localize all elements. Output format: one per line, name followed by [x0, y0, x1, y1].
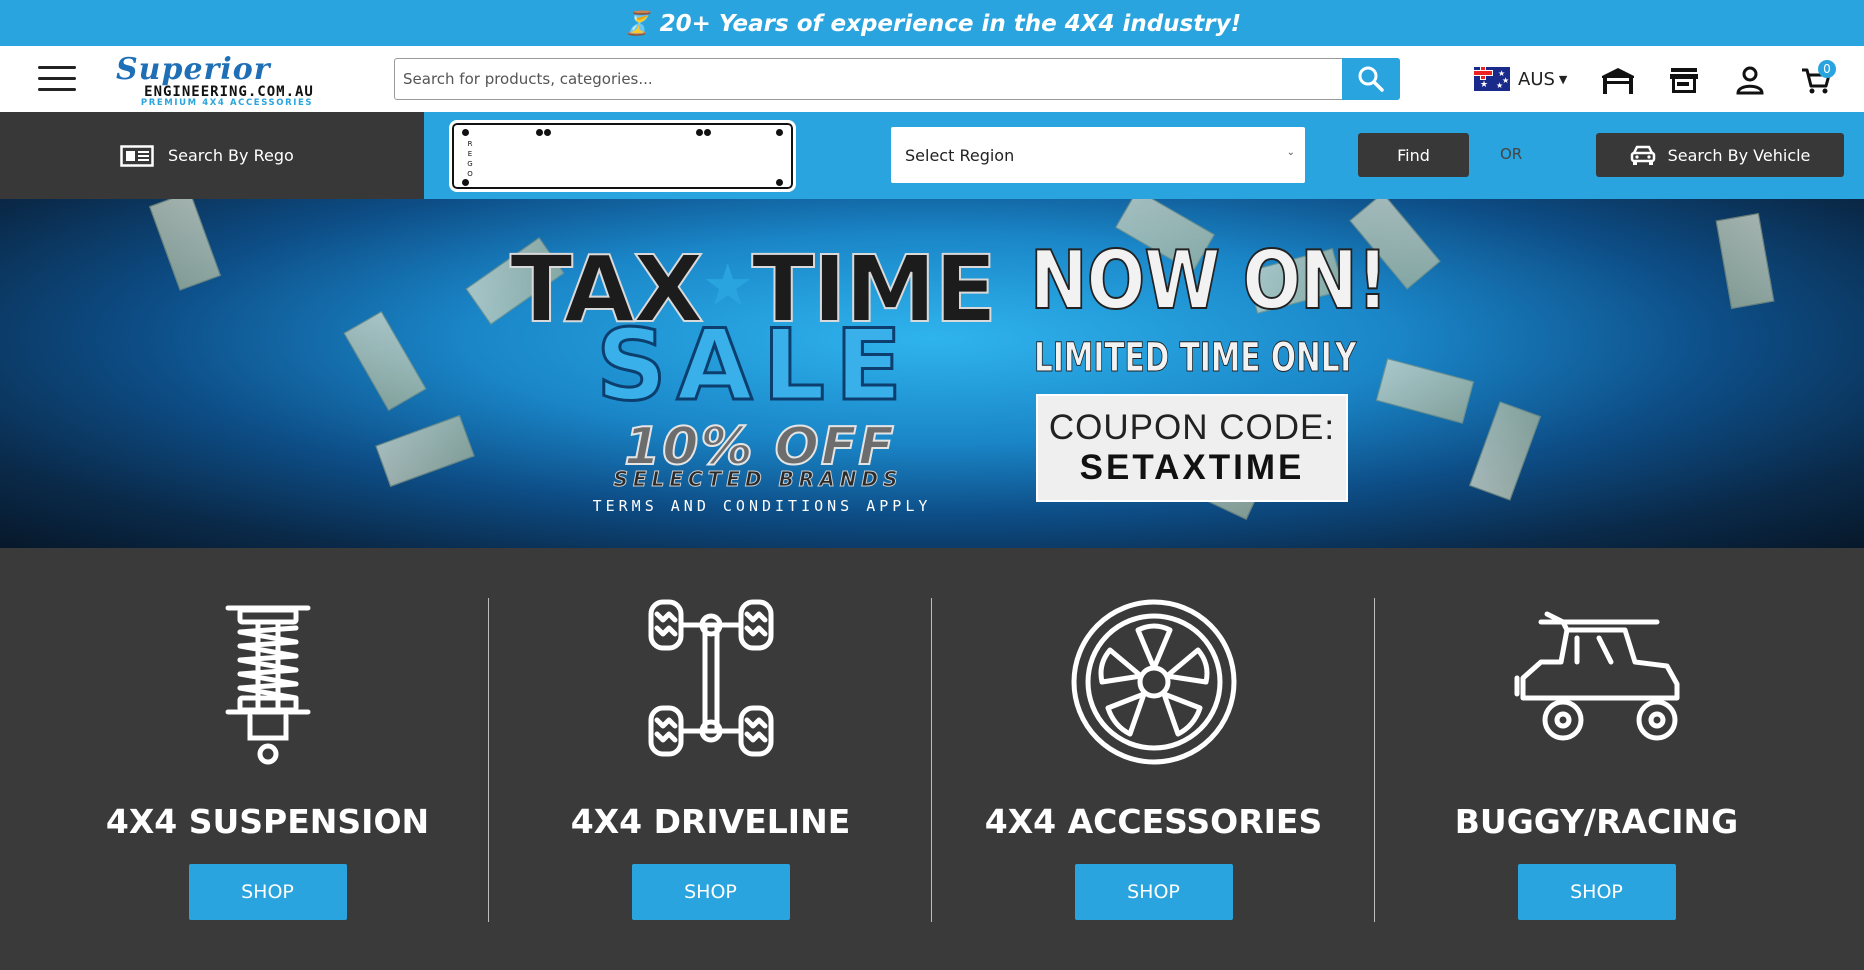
shop-accessories-button[interactable]: SHOP	[1074, 864, 1233, 920]
hero-discount: 10% OFF	[623, 417, 896, 477]
search-bar	[394, 58, 1400, 100]
account-icon[interactable]	[1734, 64, 1770, 96]
category-buggy-racing: BUGGY/RACING SHOP	[1375, 548, 1818, 970]
money-decoration	[148, 199, 222, 291]
site-logo[interactable]: Superior ENGINEERING.COM.AU PREMIUM 4X4 …	[106, 52, 346, 108]
category-title: 4X4 SUSPENSION	[105, 802, 430, 841]
region-select-value: Select Region	[905, 145, 1015, 165]
search-button[interactable]	[1342, 58, 1400, 100]
wheel-icon	[1071, 599, 1236, 765]
category-title: 4X4 ACCESSORIES	[984, 802, 1323, 841]
search-by-rego-label: Search By Rego	[168, 146, 294, 165]
cart-count-badge: 0	[1818, 60, 1836, 78]
rego-search-bar: Search By Rego REGO Select Region ⌄ Find…	[0, 112, 1864, 199]
car-icon	[1630, 145, 1655, 165]
search-input[interactable]	[395, 59, 1341, 99]
driveline-icon	[648, 599, 773, 757]
hero-terms: TERMS AND CONDITIONS APPLY	[592, 497, 932, 515]
find-button[interactable]: Find	[1358, 133, 1469, 177]
menu-icon[interactable]	[38, 66, 78, 92]
category-accessories: 4X4 ACCESSORIES SHOP	[932, 548, 1375, 970]
caret-down-icon: ▼	[1558, 72, 1568, 86]
announcement-text: ⏳ 20+ Years of experience in the 4X4 ind…	[622, 10, 1242, 37]
money-decoration	[343, 311, 427, 411]
category-title: 4X4 DRIVELINE	[570, 802, 851, 841]
hero-brands: SELECTED BRANDS	[613, 467, 903, 492]
announcement-bar: ⏳ 20+ Years of experience in the 4X4 ind…	[0, 0, 1864, 46]
coupon-box: COUPON CODE: SETAXTIME	[1036, 394, 1348, 502]
rego-plate-input[interactable]: REGO	[449, 120, 796, 192]
country-code: AUS	[1518, 68, 1555, 90]
chevron-down-icon: ⌄	[1286, 147, 1295, 158]
search-icon	[1358, 66, 1384, 92]
category-driveline: 4X4 DRIVELINE SHOP	[489, 548, 932, 970]
buggy-icon	[1514, 611, 1679, 741]
australia-flag-icon: ★ ★ ★ ★	[1474, 67, 1510, 91]
hero-now-on: NOW ON!	[1029, 234, 1389, 327]
search-by-vehicle-label: Search By Vehicle	[1667, 145, 1811, 165]
money-decoration	[1715, 212, 1775, 310]
hero-limited: LIMITED TIME ONLY	[1034, 335, 1357, 381]
logo-tagline: PREMIUM 4X4 ACCESSORIES	[140, 98, 314, 108]
money-decoration	[1375, 358, 1475, 424]
logo-script: Superior	[116, 52, 271, 87]
site-header: Superior ENGINEERING.COM.AU PREMIUM 4X4 …	[0, 46, 1864, 112]
garage-icon[interactable]	[1600, 64, 1636, 96]
coupon-label: COUPON CODE:	[1048, 408, 1336, 447]
money-decoration	[375, 414, 475, 488]
plate-label: REGO	[467, 140, 473, 178]
coupon-code: SETAXTIME	[1079, 448, 1305, 487]
country-selector[interactable]: ★ ★ ★ ★ AUS ▼	[1474, 66, 1567, 92]
or-separator: OR	[1500, 145, 1523, 163]
id-card-icon	[120, 144, 154, 167]
category-title: BUGGY/RACING	[1454, 802, 1739, 841]
shop-buggy-racing-button[interactable]: SHOP	[1517, 864, 1676, 920]
hero-sale: SALE	[595, 309, 912, 423]
coilover-icon	[225, 605, 310, 765]
search-by-vehicle-button[interactable]: Search By Vehicle	[1596, 133, 1844, 177]
hero-banner[interactable]: TAX★TIME SALE 10% OFF SELECTED BRANDS TE…	[0, 199, 1864, 548]
shop-suspension-button[interactable]: SHOP	[188, 864, 347, 920]
search-by-rego-tab[interactable]: Search By Rego	[0, 112, 424, 199]
store-icon[interactable]	[1668, 64, 1704, 96]
category-section: 4X4 SUSPENSION SHOP 4X4 DRIVELINE SHOP 4…	[0, 548, 1864, 970]
shop-driveline-button[interactable]: SHOP	[631, 864, 790, 920]
region-select[interactable]: Select Region ⌄	[891, 127, 1305, 183]
money-decoration	[1468, 401, 1542, 501]
category-suspension: 4X4 SUSPENSION SHOP	[46, 548, 489, 970]
